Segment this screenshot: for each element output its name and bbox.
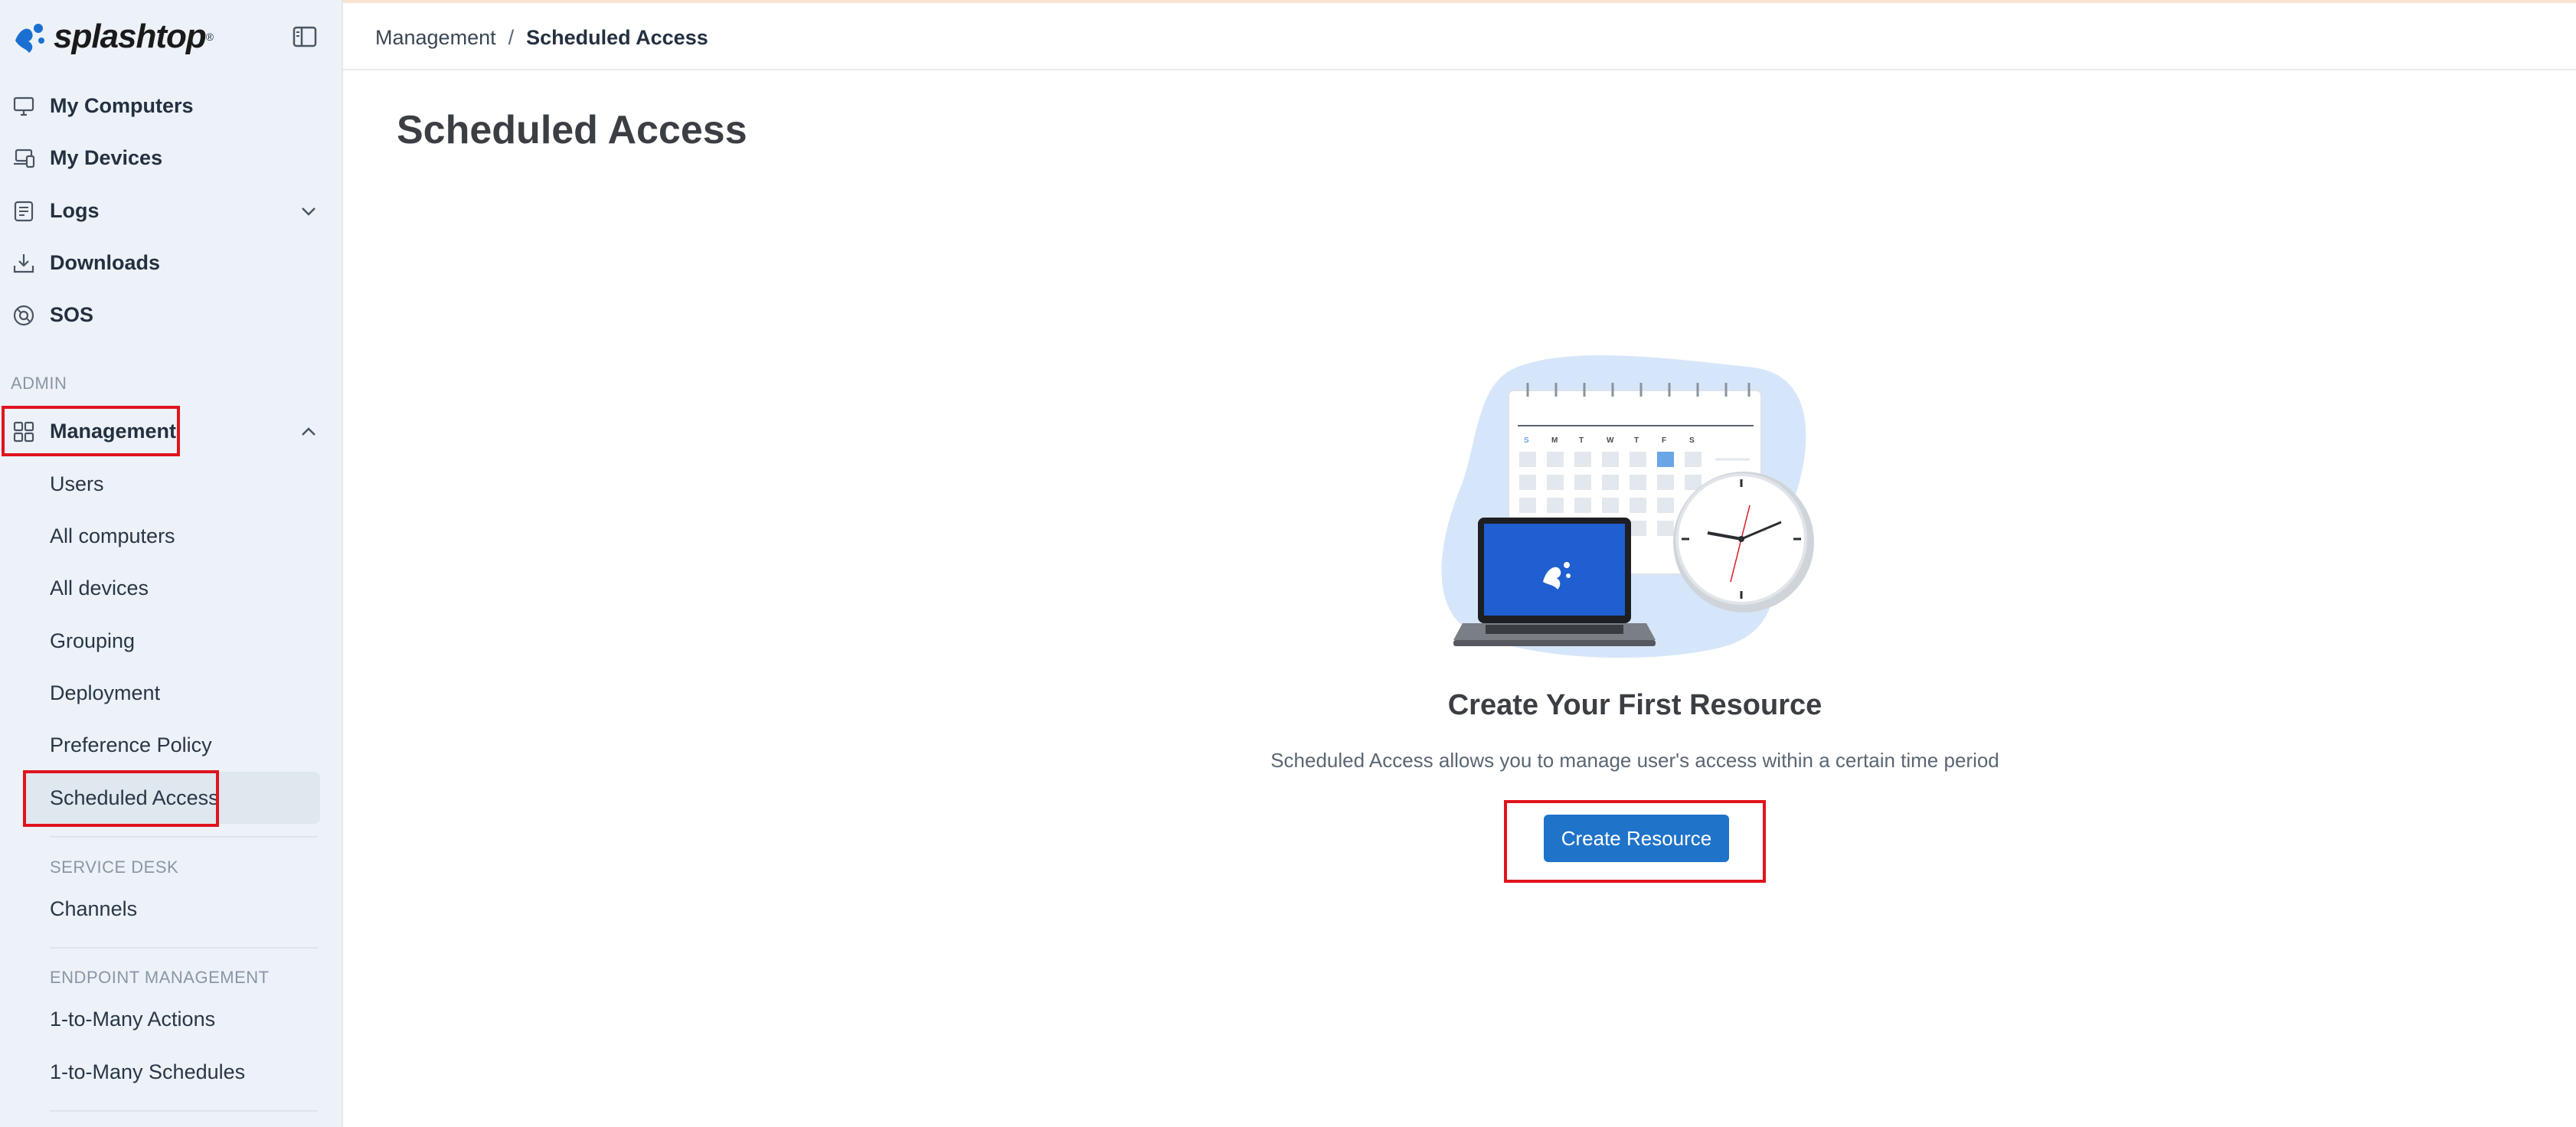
section-title-endpoint-management: ENDPOINT MANAGEMENT [50,968,270,987]
sidebar-item-all-computers[interactable]: All computers [50,524,175,548]
sidebar-item-label: Logs [50,198,100,222]
sidebar-item-label: SOS [50,302,94,326]
collapse-sidebar-button[interactable] [291,23,319,51]
splashtop-logo-icon [15,24,44,53]
monitor-icon [13,96,34,116]
sidebar-item-downloads[interactable]: Downloads [0,240,343,286]
highlight-create-resource [1504,800,1766,883]
calendar-day-label: F [1662,436,1666,445]
calendar-day-label: M [1551,436,1558,445]
sidebar-item-deployment[interactable]: Deployment [50,681,160,705]
sidebar-item-1-to-many-schedules[interactable]: 1-to-Many Schedules [50,1060,245,1084]
section-title-service-desk: SERVICE DESK [50,858,179,877]
sidebar-toggle-icon [293,26,317,47]
sidebar-item-grouping[interactable]: Grouping [50,629,135,653]
sidebar-item-channels[interactable]: Channels [50,897,137,921]
empty-state-title: Create Your First Resource [1447,689,1822,721]
empty-state-description: Scheduled Access allows you to manage us… [1270,749,1999,772]
sos-icon [13,305,34,326]
top-bar: Management / Scheduled Access [343,3,2576,70]
chevron-down-icon[interactable] [299,201,319,221]
download-icon [13,254,34,273]
breadcrumb-parent[interactable]: Management [375,26,496,49]
sidebar-item-my-computers[interactable]: My Computers [0,83,343,129]
sidebar-item-logs[interactable]: Logs [0,188,343,234]
divider [50,947,318,949]
breadcrumb: Management / Scheduled Access [375,26,708,50]
page-title: Scheduled Access [397,108,747,152]
highlight-scheduled-access [23,770,219,827]
chevron-up-icon[interactable] [299,422,319,442]
highlight-management [2,406,180,456]
calendar-day-label: S [1524,436,1529,445]
divider [50,1110,318,1112]
sidebar-item-label: My Computers [50,93,194,117]
section-title-admin: ADMIN [11,374,67,393]
divider [50,836,318,838]
calendar-day-label: S [1689,436,1695,445]
sidebar-item-users[interactable]: Users [50,472,104,496]
splashtop-logo[interactable]: splashtop ® [9,14,214,60]
sidebar-item-my-devices[interactable]: My Devices [0,135,343,181]
sidebar-item-label: Downloads [50,250,161,274]
sidebar-item-label: My Devices [50,145,163,169]
breadcrumb-separator: / [508,26,515,49]
calendar-day-label: W [1607,436,1614,445]
calendar-day-label: T [1579,436,1584,445]
logs-icon [14,201,34,222]
sidebar-item-1-to-many-actions[interactable]: 1-to-Many Actions [50,1008,215,1031]
sidebar-item-all-devices[interactable]: All devices [50,577,149,600]
logo-text: splashtop [54,18,207,55]
breadcrumb-current: Scheduled Access [526,26,708,49]
sidebar-item-sos[interactable]: SOS [0,292,343,338]
devices-icon [14,149,35,168]
sidebar: splashtop ® My Computers My Devices Logs… [0,0,343,1127]
calendar-day-label: T [1634,436,1639,445]
calendar-laptop-clock-illustration: S M T W T F S [1441,355,1814,658]
sidebar-item-preference-policy[interactable]: Preference Policy [50,733,212,757]
